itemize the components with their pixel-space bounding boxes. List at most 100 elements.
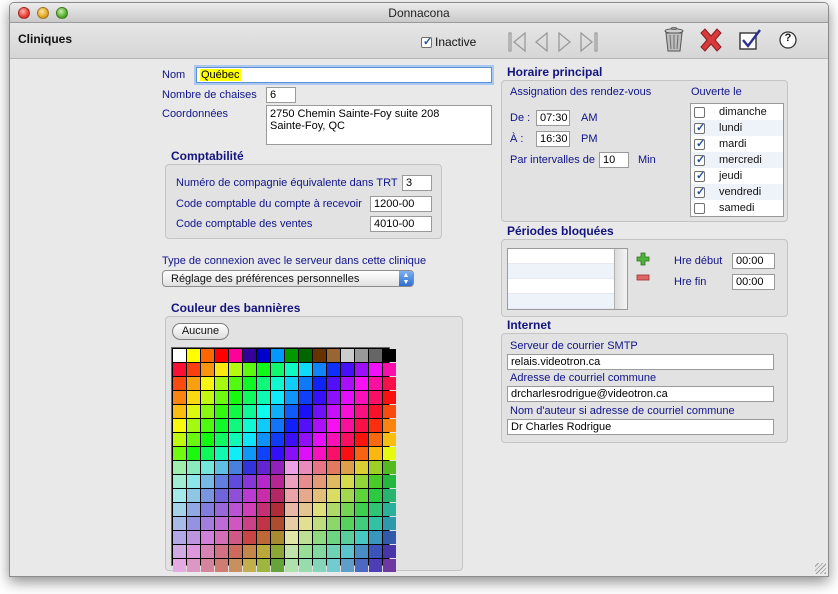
color-swatch[interactable] bbox=[271, 545, 284, 558]
color-swatch[interactable] bbox=[355, 531, 368, 544]
trash-icon[interactable] bbox=[660, 26, 688, 54]
color-swatch[interactable] bbox=[327, 545, 340, 558]
validate-icon[interactable] bbox=[736, 26, 764, 54]
color-swatch[interactable] bbox=[173, 419, 186, 432]
color-swatch[interactable] bbox=[313, 475, 326, 488]
color-swatch[interactable] bbox=[285, 475, 298, 488]
color-swatch[interactable] bbox=[271, 503, 284, 516]
color-swatch[interactable] bbox=[243, 503, 256, 516]
color-swatch[interactable] bbox=[229, 489, 242, 502]
color-swatch[interactable] bbox=[243, 475, 256, 488]
first-record-icon[interactable] bbox=[506, 31, 528, 53]
color-swatch[interactable] bbox=[201, 405, 214, 418]
color-swatch[interactable] bbox=[257, 363, 270, 376]
color-swatch[interactable] bbox=[173, 517, 186, 530]
color-swatch[interactable] bbox=[383, 433, 396, 446]
color-swatch[interactable] bbox=[383, 489, 396, 502]
color-swatch[interactable] bbox=[173, 531, 186, 544]
color-swatch[interactable] bbox=[243, 391, 256, 404]
color-swatch[interactable] bbox=[341, 349, 354, 362]
color-swatch[interactable] bbox=[327, 517, 340, 530]
color-swatch[interactable] bbox=[383, 363, 396, 376]
color-swatch[interactable] bbox=[285, 349, 298, 362]
color-swatch[interactable] bbox=[257, 447, 270, 460]
color-swatch[interactable] bbox=[201, 447, 214, 460]
color-swatch[interactable] bbox=[201, 391, 214, 404]
color-swatch[interactable] bbox=[341, 419, 354, 432]
color-swatch[interactable] bbox=[243, 405, 256, 418]
color-swatch[interactable] bbox=[341, 559, 354, 572]
color-swatch[interactable] bbox=[341, 517, 354, 530]
color-swatch[interactable] bbox=[355, 461, 368, 474]
color-swatch[interactable] bbox=[215, 405, 228, 418]
color-swatch[interactable] bbox=[299, 419, 312, 432]
remove-period-icon[interactable] bbox=[636, 273, 650, 281]
smtp-field[interactable]: relais.videotron.ca bbox=[507, 354, 774, 370]
color-swatch[interactable] bbox=[173, 349, 186, 362]
color-swatch[interactable] bbox=[215, 419, 228, 432]
color-swatch[interactable] bbox=[313, 363, 326, 376]
color-swatch[interactable] bbox=[215, 531, 228, 544]
color-swatch[interactable] bbox=[355, 545, 368, 558]
day-row[interactable]: samedi bbox=[691, 200, 783, 216]
color-swatch[interactable] bbox=[355, 405, 368, 418]
color-swatch[interactable] bbox=[229, 363, 242, 376]
color-swatch[interactable] bbox=[383, 545, 396, 558]
color-swatch[interactable] bbox=[173, 391, 186, 404]
color-swatch[interactable] bbox=[243, 531, 256, 544]
color-swatch[interactable] bbox=[243, 489, 256, 502]
day-checkbox[interactable] bbox=[694, 106, 705, 118]
coordonnees-field[interactable]: 2750 Chemin Sainte-Foy suite 208 Sainte-… bbox=[266, 105, 492, 145]
color-swatch[interactable] bbox=[201, 433, 214, 446]
color-swatch[interactable] bbox=[173, 545, 186, 558]
color-swatch[interactable] bbox=[327, 433, 340, 446]
color-swatch[interactable] bbox=[257, 531, 270, 544]
cancel-icon[interactable] bbox=[697, 26, 725, 54]
color-swatch[interactable] bbox=[383, 461, 396, 474]
color-swatch[interactable] bbox=[271, 489, 284, 502]
color-swatch[interactable] bbox=[229, 517, 242, 530]
color-swatch[interactable] bbox=[355, 363, 368, 376]
color-swatch[interactable] bbox=[369, 419, 382, 432]
color-swatch[interactable] bbox=[383, 559, 396, 572]
color-swatch[interactable] bbox=[173, 363, 186, 376]
color-swatch[interactable] bbox=[243, 419, 256, 432]
color-swatch[interactable] bbox=[341, 391, 354, 404]
color-swatch[interactable] bbox=[369, 447, 382, 460]
color-swatch[interactable] bbox=[327, 363, 340, 376]
intervalles-field[interactable]: 10 bbox=[599, 152, 629, 168]
color-swatch[interactable] bbox=[257, 559, 270, 572]
color-swatch[interactable] bbox=[271, 405, 284, 418]
color-swatch[interactable] bbox=[327, 461, 340, 474]
list-item[interactable] bbox=[508, 264, 627, 279]
color-swatch[interactable] bbox=[369, 461, 382, 474]
color-swatch[interactable] bbox=[215, 545, 228, 558]
color-swatch[interactable] bbox=[271, 391, 284, 404]
inactive-toggle[interactable]: Inactive bbox=[421, 35, 476, 49]
day-row[interactable]: vendredi bbox=[691, 184, 783, 200]
color-swatch[interactable] bbox=[299, 475, 312, 488]
color-swatch[interactable] bbox=[229, 391, 242, 404]
color-swatch[interactable] bbox=[313, 489, 326, 502]
color-swatch[interactable] bbox=[299, 503, 312, 516]
color-swatch[interactable] bbox=[215, 461, 228, 474]
color-swatch[interactable] bbox=[285, 447, 298, 460]
color-swatch[interactable] bbox=[201, 461, 214, 474]
day-checkbox[interactable] bbox=[694, 185, 705, 198]
color-swatch[interactable] bbox=[215, 559, 228, 572]
color-swatch[interactable] bbox=[285, 503, 298, 516]
color-swatch[interactable] bbox=[201, 517, 214, 530]
color-swatch[interactable] bbox=[313, 377, 326, 390]
day-checkbox[interactable] bbox=[694, 169, 705, 182]
color-swatch[interactable] bbox=[383, 405, 396, 418]
hre-fin-field[interactable]: 00:00 bbox=[732, 274, 775, 290]
color-swatch[interactable] bbox=[369, 517, 382, 530]
color-swatch[interactable] bbox=[383, 475, 396, 488]
color-swatch[interactable] bbox=[299, 461, 312, 474]
color-swatch[interactable] bbox=[341, 475, 354, 488]
color-swatch[interactable] bbox=[215, 475, 228, 488]
color-swatch[interactable] bbox=[285, 363, 298, 376]
color-swatch[interactable] bbox=[299, 489, 312, 502]
blocked-list-scrollbar[interactable] bbox=[614, 249, 627, 309]
color-swatch[interactable] bbox=[369, 545, 382, 558]
